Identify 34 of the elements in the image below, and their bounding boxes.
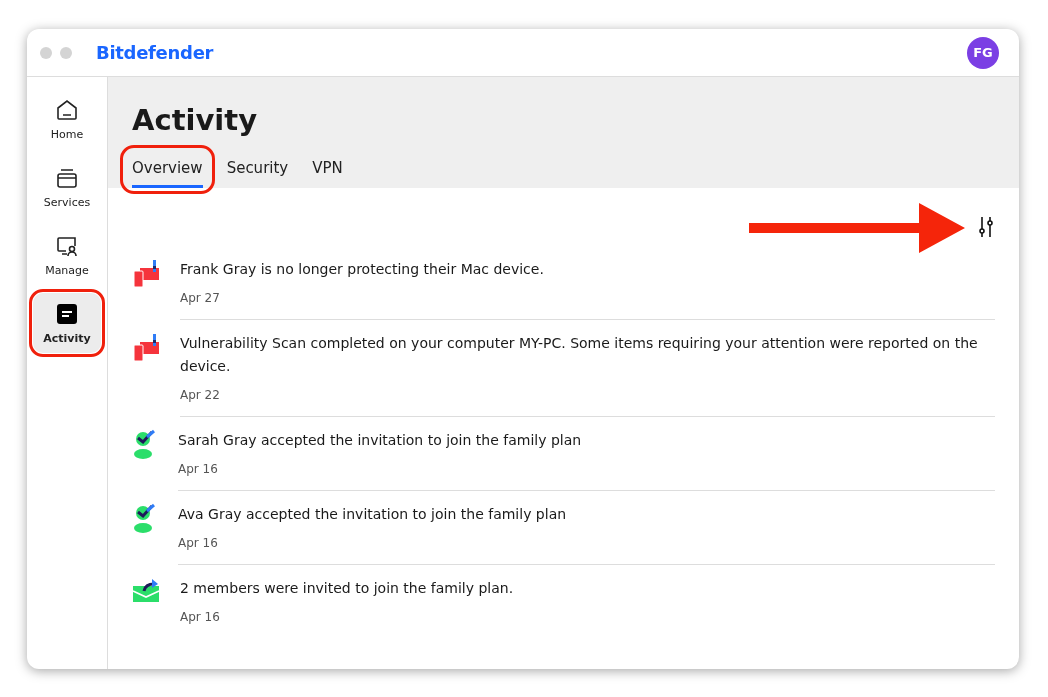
event-text: Sarah Gray accepted the invitation to join the family plan bbox=[178, 431, 583, 450]
device-alert-icon bbox=[132, 332, 160, 362]
home-icon bbox=[55, 97, 79, 122]
sidebar-label: Home bbox=[50, 127, 84, 141]
window-control[interactable] bbox=[40, 46, 52, 59]
window-control[interactable] bbox=[60, 46, 72, 59]
event-text: Ava Gray accepted the invitation to join the family plan bbox=[178, 505, 568, 524]
event-date: Apr 16 bbox=[178, 536, 219, 550]
event-date: Apr 16 bbox=[180, 610, 221, 624]
event-text: Frank Gray is no longer protecting their Mac device. bbox=[180, 260, 545, 279]
sidebar-item[interactable]: Home bbox=[33, 89, 101, 149]
page-title: Activity bbox=[132, 103, 259, 137]
sidebar-label: Activity bbox=[43, 331, 91, 345]
event-date: Apr 16 bbox=[178, 462, 219, 476]
brand-logo: Bitdefender bbox=[96, 42, 215, 63]
event-date: Apr 22 bbox=[180, 388, 221, 402]
event-date: Apr 27 bbox=[180, 291, 221, 305]
envelope-send-icon bbox=[132, 577, 160, 603]
sidebar-item[interactable]: Activity bbox=[33, 293, 101, 353]
document-icon bbox=[55, 301, 79, 326]
sidebar-label: Manage bbox=[45, 263, 89, 277]
device-alert-icon bbox=[132, 258, 160, 288]
tab[interactable]: Overview bbox=[132, 157, 203, 188]
user-avatar[interactable]: FG bbox=[967, 36, 999, 69]
sidebar-item[interactable]: Manage bbox=[33, 225, 101, 285]
tab[interactable]: Security bbox=[226, 157, 289, 188]
filter-icon[interactable] bbox=[977, 216, 995, 238]
person-check-icon bbox=[132, 429, 158, 461]
sidebar-item[interactable]: Services bbox=[33, 157, 101, 217]
sidebar-label: Services bbox=[43, 195, 91, 209]
event-text: Vulnerability Scan completed on your computer MY-PC. Some items requiring your attention were reported on the device. bbox=[180, 334, 979, 376]
event-text: 2 members were invited to join the family plan. bbox=[180, 579, 515, 598]
person-check-icon bbox=[132, 503, 158, 535]
tab[interactable]: VPN bbox=[312, 157, 343, 188]
